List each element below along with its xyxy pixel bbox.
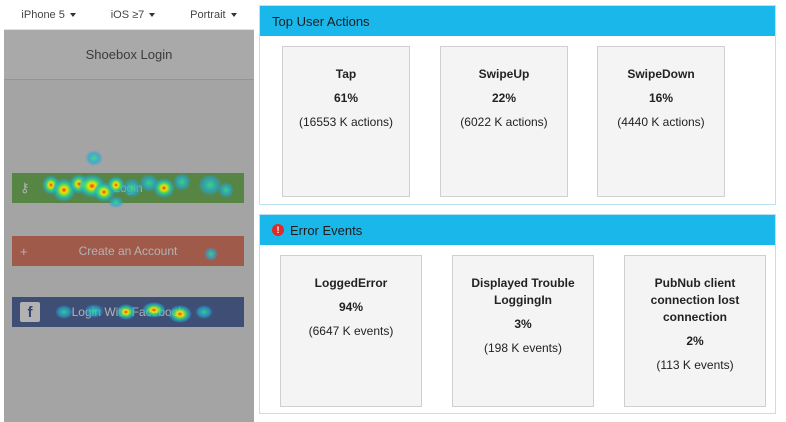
action-percent: 16% (648, 91, 674, 105)
device-dropdown-label: iPhone 5 (21, 8, 65, 21)
action-percent: 61% (333, 91, 359, 105)
action-name: Tap (335, 67, 357, 81)
action-count: (16553 K actions) (298, 115, 394, 129)
action-count: (6022 K actions) (460, 115, 548, 129)
chevron-down-icon (149, 12, 156, 17)
facebook-icon: f (20, 302, 40, 322)
error-name: LoggedError (314, 276, 388, 290)
device-selector-bar: iPhone 5 iOS ≥7 Portrait (4, 0, 254, 30)
action-count: (4440 K actions) (617, 115, 705, 129)
error-card-pubnub: PubNub client connection lost connection… (624, 255, 766, 407)
phone-preview: Shoebox Login ⚷ Login + Create an Accoun… (4, 30, 254, 422)
error-name: Displayed Trouble LoggingIn (471, 276, 575, 307)
device-dropdown[interactable]: iPhone 5 (21, 8, 76, 21)
phone-screen-title: Shoebox Login (4, 30, 254, 80)
top-user-actions-header: Top User Actions (260, 6, 775, 36)
error-count: (6647 K events) (308, 324, 394, 338)
orientation-dropdown-label: Portrait (190, 8, 226, 21)
action-name: SwipeUp (478, 67, 530, 81)
error-percent: 2% (686, 334, 704, 348)
error-count: (198 K events) (483, 341, 563, 355)
error-percent: 94% (338, 300, 364, 314)
chevron-down-icon (69, 12, 76, 17)
error-events-panel: ! Error Events LoggedError 94% (6647 K e… (259, 214, 776, 414)
error-events-header: ! Error Events (260, 215, 775, 245)
key-icon: ⚷ (20, 180, 30, 195)
error-events-title: Error Events (290, 222, 363, 238)
os-dropdown[interactable]: iOS ≥7 (111, 9, 156, 21)
error-percent: 3% (514, 317, 532, 331)
create-account-button[interactable]: + Create an Account (12, 236, 244, 266)
error-card-displayed-trouble: Displayed Trouble LoggingIn 3% (198 K ev… (452, 255, 594, 407)
error-count: (113 K events) (656, 358, 734, 372)
login-button[interactable]: ⚷ Login (12, 173, 244, 203)
action-card-tap: Tap 61% (16553 K actions) (282, 46, 410, 197)
facebook-login-button-label: Login With Facebook (71, 305, 185, 319)
action-card-swipeup: SwipeUp 22% (6022 K actions) (440, 46, 568, 197)
heat-spot (85, 150, 103, 166)
os-dropdown-label: iOS ≥7 (110, 8, 145, 21)
error-card-loggederror: LoggedError 94% (6647 K events) (280, 255, 422, 407)
top-user-actions-panel: Top User Actions Tap 61% (16553 K action… (259, 5, 776, 205)
action-card-swipedown: SwipeDown 16% (4440 K actions) (597, 46, 725, 197)
create-account-button-label: Create an Account (78, 244, 178, 258)
top-user-actions-title: Top User Actions (272, 13, 370, 29)
orientation-dropdown[interactable]: Portrait (190, 8, 237, 21)
action-percent: 22% (491, 91, 517, 105)
heatmap-overlay-shade (4, 30, 254, 422)
heatmap-dashboard: iPhone 5 iOS ≥7 Portrait Shoebox Login ⚷… (0, 0, 786, 422)
chevron-down-icon (230, 12, 237, 17)
error-icon: ! (272, 224, 284, 236)
login-button-label: Login (113, 181, 143, 195)
facebook-login-button[interactable]: f Login With Facebook (12, 297, 244, 327)
tap-heatmap (42, 150, 234, 323)
action-name: SwipeDown (627, 67, 695, 81)
error-name: PubNub client connection lost connection (650, 276, 740, 324)
plus-icon: + (20, 243, 28, 259)
